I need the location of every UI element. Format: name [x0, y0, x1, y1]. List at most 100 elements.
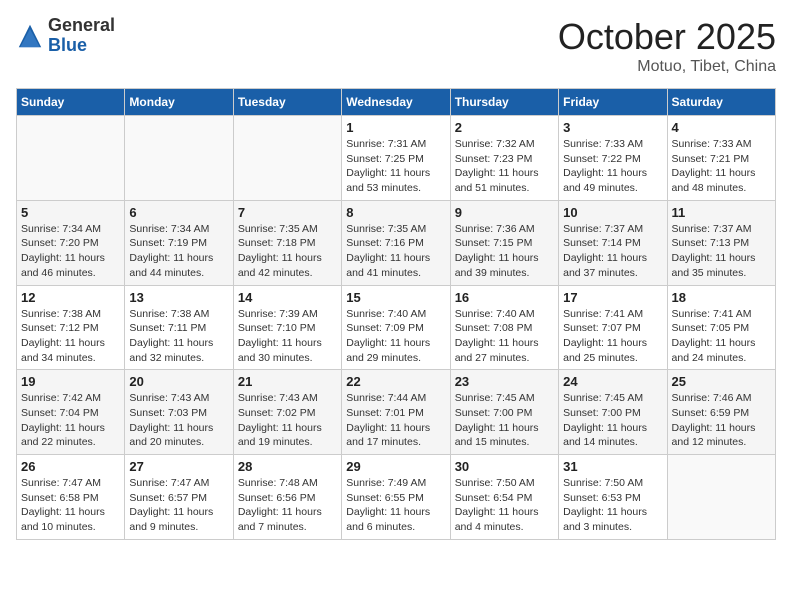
week-row-4: 19 Sunrise: 7:42 AM Sunset: 7:04 PM Dayli… — [17, 370, 776, 455]
calendar-cell: 9 Sunrise: 7:36 AM Sunset: 7:15 PM Daylig… — [450, 200, 558, 285]
day-info: Sunrise: 7:42 AM Sunset: 7:04 PM Dayligh… — [21, 391, 120, 450]
logo-icon — [16, 22, 44, 50]
day-number: 27 — [129, 459, 228, 474]
day-info: Sunrise: 7:41 AM Sunset: 7:05 PM Dayligh… — [672, 307, 771, 366]
day-info: Sunrise: 7:50 AM Sunset: 6:53 PM Dayligh… — [563, 476, 662, 535]
day-number: 23 — [455, 374, 554, 389]
day-info: Sunrise: 7:43 AM Sunset: 7:03 PM Dayligh… — [129, 391, 228, 450]
calendar-cell: 21Sunrise: 7:43 AM Sunset: 7:02 PM Dayli… — [233, 370, 341, 455]
calendar-cell: 14 Sunrise: 7:39 AM Sunset: 7:10 PM Dayli… — [233, 285, 341, 370]
calendar-cell — [233, 116, 341, 201]
calendar-cell: 23 Sunrise: 7:45 AM Sunset: 7:00 PM Dayli… — [450, 370, 558, 455]
calendar-cell: 29 Sunrise: 7:49 AM Sunset: 6:55 PM Dayli… — [342, 455, 450, 540]
header-day-sunday: Sunday — [17, 89, 125, 116]
day-info: Sunrise: 7:35 AM Sunset: 7:16 PM Dayligh… — [346, 222, 445, 281]
day-number: 25 — [672, 374, 771, 389]
calendar-cell: 8Sunrise: 7:35 AM Sunset: 7:16 PM Daylig… — [342, 200, 450, 285]
day-info: Sunrise: 7:45 AM Sunset: 7:00 PM Dayligh… — [455, 391, 554, 450]
day-info: Sunrise: 7:50 AM Sunset: 6:54 PM Dayligh… — [455, 476, 554, 535]
day-number: 19 — [21, 374, 120, 389]
calendar-cell: 13 Sunrise: 7:38 AM Sunset: 7:11 PM Dayli… — [125, 285, 233, 370]
day-number: 14 — [238, 290, 337, 305]
day-number: 22 — [346, 374, 445, 389]
header-row: SundayMondayTuesdayWednesdayThursdayFrid… — [17, 89, 776, 116]
day-info: Sunrise: 7:34 AM Sunset: 7:20 PM Dayligh… — [21, 222, 120, 281]
day-number: 17 — [563, 290, 662, 305]
week-row-1: 1 Sunrise: 7:31 AM Sunset: 7:25 PM Daylig… — [17, 116, 776, 201]
day-number: 26 — [21, 459, 120, 474]
calendar-cell — [17, 116, 125, 201]
location-subtitle: Motuo, Tibet, China — [558, 58, 776, 76]
calendar-cell: 10Sunrise: 7:37 AM Sunset: 7:14 PM Dayli… — [559, 200, 667, 285]
day-info: Sunrise: 7:39 AM Sunset: 7:10 PM Dayligh… — [238, 307, 337, 366]
day-info: Sunrise: 7:36 AM Sunset: 7:15 PM Dayligh… — [455, 222, 554, 281]
header-day-thursday: Thursday — [450, 89, 558, 116]
calendar-cell: 4Sunrise: 7:33 AM Sunset: 7:21 PM Daylig… — [667, 116, 775, 201]
calendar-cell: 24 Sunrise: 7:45 AM Sunset: 7:00 PM Dayli… — [559, 370, 667, 455]
day-number: 1 — [346, 120, 445, 135]
day-number: 13 — [129, 290, 228, 305]
calendar-cell: 2 Sunrise: 7:32 AM Sunset: 7:23 PM Daylig… — [450, 116, 558, 201]
calendar-cell: 26 Sunrise: 7:47 AM Sunset: 6:58 PM Dayli… — [17, 455, 125, 540]
day-info: Sunrise: 7:32 AM Sunset: 7:23 PM Dayligh… — [455, 137, 554, 196]
calendar-header: SundayMondayTuesdayWednesdayThursdayFrid… — [17, 89, 776, 116]
day-number: 9 — [455, 205, 554, 220]
day-info: Sunrise: 7:48 AM Sunset: 6:56 PM Dayligh… — [238, 476, 337, 535]
day-number: 24 — [563, 374, 662, 389]
week-row-5: 26 Sunrise: 7:47 AM Sunset: 6:58 PM Dayli… — [17, 455, 776, 540]
calendar-cell: 5Sunrise: 7:34 AM Sunset: 7:20 PM Daylig… — [17, 200, 125, 285]
header-day-tuesday: Tuesday — [233, 89, 341, 116]
week-row-3: 12 Sunrise: 7:38 AM Sunset: 7:12 PM Dayli… — [17, 285, 776, 370]
day-info: Sunrise: 7:34 AM Sunset: 7:19 PM Dayligh… — [129, 222, 228, 281]
calendar-cell: 19 Sunrise: 7:42 AM Sunset: 7:04 PM Dayli… — [17, 370, 125, 455]
calendar-table: SundayMondayTuesdayWednesdayThursdayFrid… — [16, 88, 776, 540]
calendar-cell: 30 Sunrise: 7:50 AM Sunset: 6:54 PM Dayli… — [450, 455, 558, 540]
day-info: Sunrise: 7:40 AM Sunset: 7:09 PM Dayligh… — [346, 307, 445, 366]
logo-blue-text: Blue — [48, 36, 115, 56]
day-info: Sunrise: 7:38 AM Sunset: 7:11 PM Dayligh… — [129, 307, 228, 366]
day-info: Sunrise: 7:38 AM Sunset: 7:12 PM Dayligh… — [21, 307, 120, 366]
calendar-body: 1 Sunrise: 7:31 AM Sunset: 7:25 PM Daylig… — [17, 116, 776, 540]
day-info: Sunrise: 7:33 AM Sunset: 7:22 PM Dayligh… — [563, 137, 662, 196]
calendar-cell: 31Sunrise: 7:50 AM Sunset: 6:53 PM Dayli… — [559, 455, 667, 540]
header-day-wednesday: Wednesday — [342, 89, 450, 116]
calendar-cell: 22Sunrise: 7:44 AM Sunset: 7:01 PM Dayli… — [342, 370, 450, 455]
calendar-cell: 3 Sunrise: 7:33 AM Sunset: 7:22 PM Daylig… — [559, 116, 667, 201]
month-title: October 2025 — [558, 16, 776, 58]
logo: General Blue — [16, 16, 115, 56]
day-info: Sunrise: 7:37 AM Sunset: 7:14 PM Dayligh… — [563, 222, 662, 281]
day-number: 20 — [129, 374, 228, 389]
calendar-cell: 28 Sunrise: 7:48 AM Sunset: 6:56 PM Dayli… — [233, 455, 341, 540]
day-number: 2 — [455, 120, 554, 135]
day-info: Sunrise: 7:37 AM Sunset: 7:13 PM Dayligh… — [672, 222, 771, 281]
header-day-monday: Monday — [125, 89, 233, 116]
day-number: 21 — [238, 374, 337, 389]
day-info: Sunrise: 7:45 AM Sunset: 7:00 PM Dayligh… — [563, 391, 662, 450]
day-number: 7 — [238, 205, 337, 220]
calendar-cell: 17Sunrise: 7:41 AM Sunset: 7:07 PM Dayli… — [559, 285, 667, 370]
calendar-cell: 25 Sunrise: 7:46 AM Sunset: 6:59 PM Dayli… — [667, 370, 775, 455]
calendar-cell: 18Sunrise: 7:41 AM Sunset: 7:05 PM Dayli… — [667, 285, 775, 370]
day-number: 3 — [563, 120, 662, 135]
day-info: Sunrise: 7:31 AM Sunset: 7:25 PM Dayligh… — [346, 137, 445, 196]
day-info: Sunrise: 7:46 AM Sunset: 6:59 PM Dayligh… — [672, 391, 771, 450]
day-number: 30 — [455, 459, 554, 474]
day-info: Sunrise: 7:47 AM Sunset: 6:57 PM Dayligh… — [129, 476, 228, 535]
calendar-cell — [125, 116, 233, 201]
logo-general-text: General — [48, 16, 115, 36]
day-number: 29 — [346, 459, 445, 474]
day-number: 28 — [238, 459, 337, 474]
calendar-cell: 16Sunrise: 7:40 AM Sunset: 7:08 PM Dayli… — [450, 285, 558, 370]
calendar-cell: 20 Sunrise: 7:43 AM Sunset: 7:03 PM Dayli… — [125, 370, 233, 455]
title-block: October 2025 Motuo, Tibet, China — [558, 16, 776, 76]
day-number: 12 — [21, 290, 120, 305]
calendar-cell: 12 Sunrise: 7:38 AM Sunset: 7:12 PM Dayli… — [17, 285, 125, 370]
header-day-saturday: Saturday — [667, 89, 775, 116]
day-number: 6 — [129, 205, 228, 220]
day-info: Sunrise: 7:47 AM Sunset: 6:58 PM Dayligh… — [21, 476, 120, 535]
week-row-2: 5Sunrise: 7:34 AM Sunset: 7:20 PM Daylig… — [17, 200, 776, 285]
day-info: Sunrise: 7:35 AM Sunset: 7:18 PM Dayligh… — [238, 222, 337, 281]
day-number: 11 — [672, 205, 771, 220]
day-info: Sunrise: 7:49 AM Sunset: 6:55 PM Dayligh… — [346, 476, 445, 535]
calendar-cell: 15Sunrise: 7:40 AM Sunset: 7:09 PM Dayli… — [342, 285, 450, 370]
